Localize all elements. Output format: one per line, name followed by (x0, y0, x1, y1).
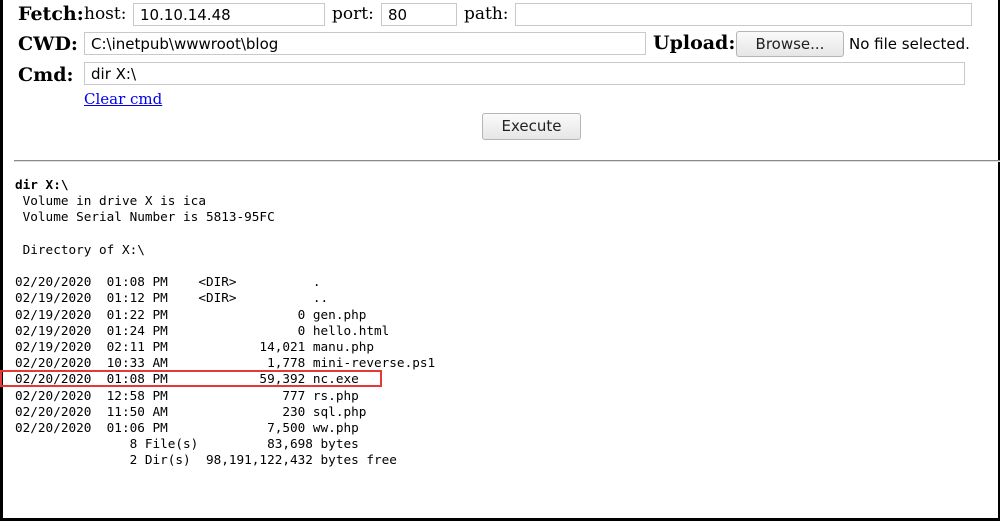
port-input[interactable]: 80 (381, 3, 457, 26)
output-line: 8 File(s) 83,698 bytes (15, 436, 359, 452)
cwd-label: CWD: (18, 33, 78, 55)
divider (14, 160, 1000, 162)
output-line: Directory of X:\ (15, 241, 145, 257)
output-command: dir X:\ (15, 177, 69, 192)
path-label: path: (464, 4, 509, 24)
output-line: 02/19/2020 01:12 PM <DIR> .. (15, 290, 329, 306)
output-line: 02/19/2020 01:24 PM 0 hello.html (15, 322, 390, 338)
output-line: 02/20/2020 10:33 AM 1,778 mini-reverse.p… (15, 355, 436, 371)
output-line: 02/20/2020 12:58 PM 777 rs.php (15, 387, 359, 403)
command-output: dir X:\ Volume in drive X is ica Volume … (15, 177, 435, 469)
output-line: 02/19/2020 02:11 PM 14,021 manu.php (15, 339, 375, 355)
cmd-input[interactable]: dir X:\ (84, 62, 965, 85)
browse-button[interactable]: Browse... (736, 31, 844, 57)
upload-label: Upload: (653, 32, 736, 54)
output-line: 02/20/2020 01:06 PM 7,500 ww.php (15, 420, 359, 436)
cmd-label: Cmd: (18, 64, 74, 86)
path-input[interactable] (515, 3, 972, 26)
cwd-input[interactable]: C:\inetpub\wwwroot\blog (84, 32, 646, 55)
output-line: 02/19/2020 01:22 PM 0 gen.php (15, 306, 367, 322)
output-line: 02/20/2020 01:08 PM <DIR> . (15, 274, 321, 290)
clear-cmd-link[interactable]: Clear cmd (84, 90, 162, 108)
host-input[interactable]: 10.10.14.48 (133, 3, 325, 26)
execute-button[interactable]: Execute (482, 113, 581, 140)
output-line: 02/20/2020 11:50 AM 230 sql.php (15, 403, 367, 419)
output-line: 2 Dir(s) 98,191,122,432 bytes free (15, 452, 397, 468)
fetch-label: Fetch: (18, 3, 84, 25)
upload-status: No file selected. (849, 35, 970, 53)
highlight-box (0, 370, 382, 387)
port-label: port: (332, 4, 374, 24)
host-label: host: (84, 4, 127, 24)
output-line: Volume Serial Number is 5813-95FC (15, 209, 275, 225)
output-line: Volume in drive X is ica (15, 193, 206, 209)
